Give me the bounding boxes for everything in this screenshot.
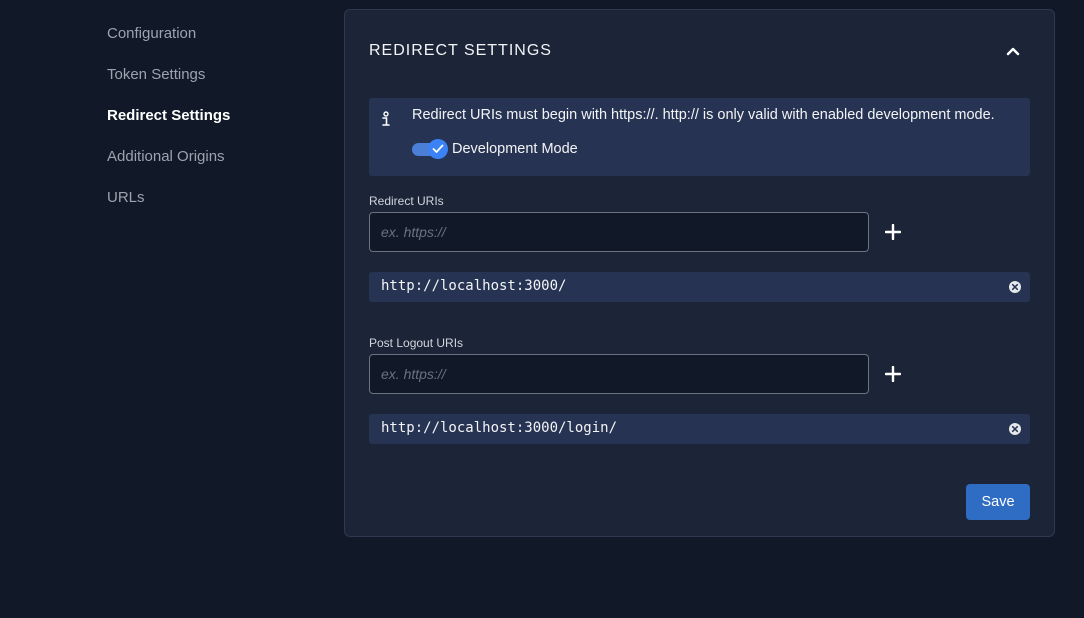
sidebar-item-token-settings[interactable]: Token Settings [107,66,205,83]
info-text: Redirect URIs must begin with https://. … [412,107,995,123]
redirect-uri-input[interactable] [369,212,869,252]
collapse-button[interactable] [1000,38,1026,64]
info-icon [382,111,390,126]
save-button[interactable]: Save [966,484,1030,520]
remove-icon[interactable] [1008,422,1022,436]
development-mode-label: Development Mode [452,141,578,157]
sidebar-item-additional-origins[interactable]: Additional Origins [107,148,225,165]
redirect-uri-item: http://localhost:3000/ [369,272,1030,302]
sidebar-item-redirect-settings[interactable]: Redirect Settings [107,107,230,124]
plus-icon [885,366,901,382]
sidebar-item-urls[interactable]: URLs [107,189,145,206]
post-logout-uri-value: http://localhost:3000/login/ [381,420,618,436]
post-logout-uri-input[interactable] [369,354,869,394]
sidebar-item-configuration[interactable]: Configuration [107,25,196,42]
add-post-logout-uri-button[interactable] [881,362,905,386]
post-logout-uris-label: Post Logout URIs [369,336,464,350]
remove-icon[interactable] [1008,280,1022,294]
redirect-uri-value: http://localhost:3000/ [381,278,567,294]
post-logout-uri-item: http://localhost:3000/login/ [369,414,1030,444]
info-box: Redirect URIs must begin with https://. … [369,98,1030,176]
redirect-settings-card: REDIRECT SETTINGS Redirect URIs must beg… [344,9,1055,537]
redirect-uris-label: Redirect URIs [369,194,444,208]
card-title: REDIRECT SETTINGS [369,42,552,59]
development-mode-toggle[interactable] [412,139,448,159]
plus-icon [885,224,901,240]
check-icon [432,144,444,153]
toggle-knob [428,139,448,159]
add-redirect-uri-button[interactable] [881,220,905,244]
chevron-up-icon [1006,47,1020,56]
